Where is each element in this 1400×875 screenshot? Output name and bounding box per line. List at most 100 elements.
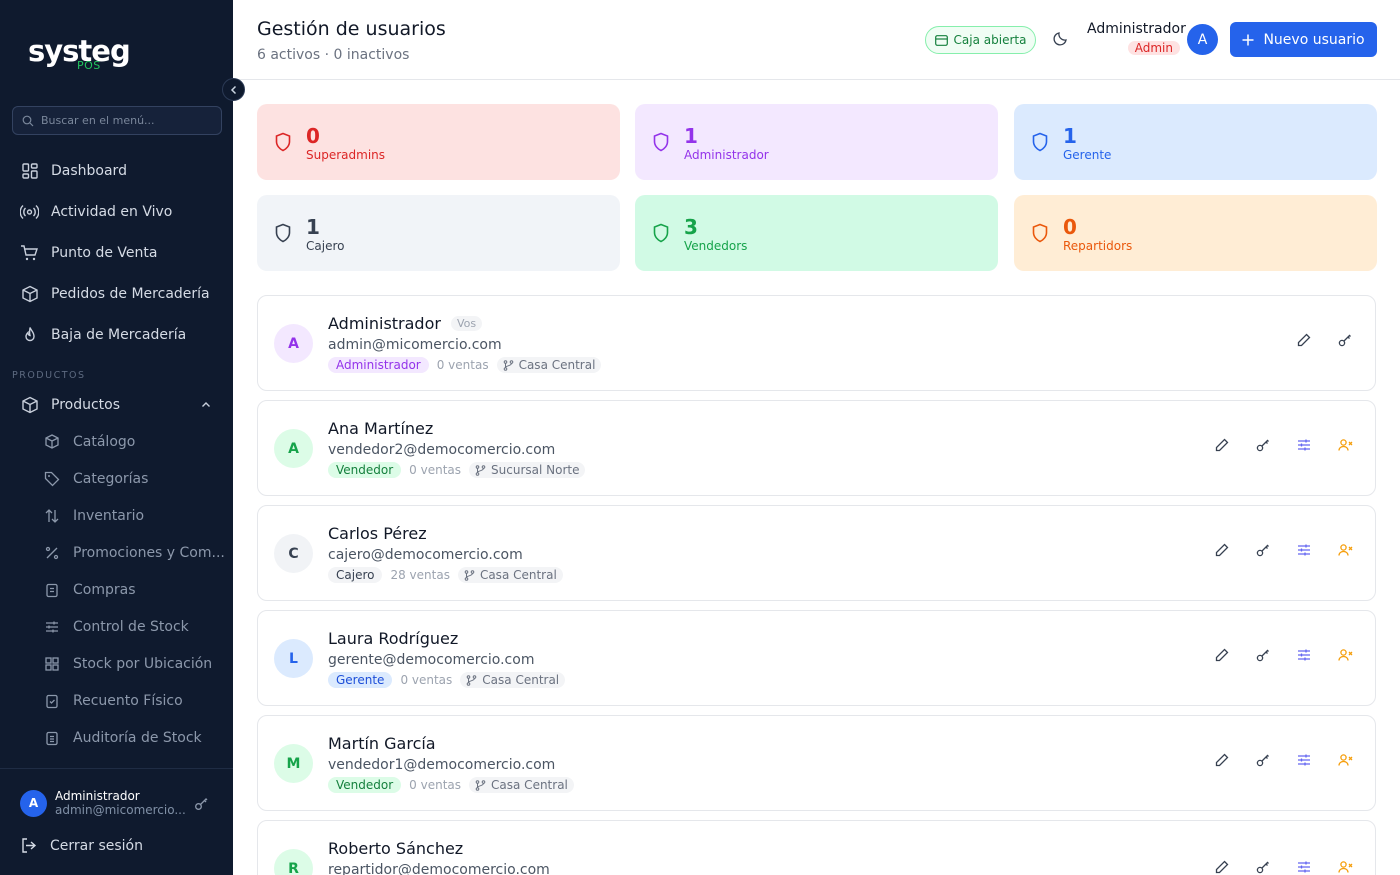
search-icon bbox=[22, 115, 34, 126]
nav-label: Pedidos de Mercadería bbox=[51, 286, 210, 302]
catalog-icon bbox=[42, 433, 61, 452]
new-user-button[interactable]: Nuevo usuario bbox=[1230, 22, 1377, 57]
branch-label: Casa Central bbox=[491, 778, 568, 792]
user-email: repartidor@democomercio.com bbox=[328, 862, 550, 875]
deactivate-user-icon[interactable] bbox=[1337, 437, 1353, 453]
avatar: R bbox=[274, 849, 313, 875]
logo-subtext: POS bbox=[77, 59, 101, 72]
user-name: Martín García bbox=[328, 734, 436, 753]
avatar: C bbox=[274, 534, 313, 573]
nav-label: Categorías bbox=[73, 471, 149, 487]
key-icon[interactable] bbox=[1255, 542, 1271, 558]
nav-label: Recuento Físico bbox=[73, 693, 183, 709]
nav-stock-by-location[interactable]: Stock por Ubicación bbox=[0, 645, 233, 683]
sliders-icon bbox=[42, 618, 61, 637]
nav-purchases[interactable]: Compras bbox=[0, 571, 233, 609]
sidebar: systeg POS Buscar en el menú... Dashboar… bbox=[0, 0, 245, 875]
key-icon[interactable] bbox=[1255, 647, 1271, 663]
deactivate-user-icon[interactable] bbox=[1337, 647, 1353, 663]
moon-icon[interactable] bbox=[1053, 30, 1069, 50]
logout-icon bbox=[22, 838, 37, 853]
edit-icon[interactable] bbox=[1214, 647, 1230, 663]
shield-icon bbox=[1032, 132, 1048, 152]
sales-count: 0 ventas bbox=[409, 778, 462, 792]
clipboard-list-icon bbox=[42, 729, 61, 748]
nav-group-products[interactable]: Productos bbox=[0, 386, 233, 424]
user-name: Roberto Sánchez bbox=[328, 839, 464, 858]
grid-icon bbox=[42, 655, 61, 674]
user-meta: Vendedor 0 ventas Casa Central bbox=[328, 777, 574, 793]
avatar: A bbox=[20, 789, 47, 817]
permissions-sliders-icon[interactable] bbox=[1296, 437, 1312, 453]
branch-label: Casa Central bbox=[479, 568, 557, 582]
avatar: M bbox=[274, 744, 313, 783]
permissions-sliders-icon[interactable] bbox=[1296, 752, 1312, 768]
key-icon[interactable] bbox=[1337, 332, 1353, 348]
nav-stock-audit[interactable]: Auditoría de Stock bbox=[0, 719, 233, 757]
key-icon[interactable] bbox=[1255, 859, 1271, 875]
nav-merchandise-orders[interactable]: Pedidos de Mercadería bbox=[0, 275, 233, 313]
nav-label: Punto de Venta bbox=[51, 245, 158, 261]
key-icon[interactable] bbox=[1255, 437, 1271, 453]
nav-inventory[interactable]: Inventario bbox=[0, 497, 233, 535]
nav-catalog[interactable]: Catálogo bbox=[0, 423, 233, 461]
avatar: A bbox=[274, 324, 313, 363]
stat-label: Superadmins bbox=[306, 148, 386, 162]
branch-icon bbox=[475, 779, 486, 791]
deactivate-user-icon[interactable] bbox=[1337, 752, 1353, 768]
permissions-sliders-icon[interactable] bbox=[1296, 647, 1312, 663]
logout-label: Cerrar sesión bbox=[50, 837, 143, 854]
logout-button[interactable]: Cerrar sesión bbox=[20, 837, 143, 854]
nav-live-activity[interactable]: Actividad en Vivo bbox=[0, 193, 233, 231]
nav-label: Compras bbox=[73, 582, 136, 598]
user-name: Ana Martínez bbox=[328, 419, 434, 438]
stat-card: 1 Cajero bbox=[257, 195, 620, 271]
permissions-sliders-icon[interactable] bbox=[1296, 542, 1312, 558]
edit-icon[interactable] bbox=[1214, 437, 1230, 453]
menu-search-input[interactable]: Buscar en el menú... bbox=[12, 106, 222, 135]
edit-icon[interactable] bbox=[1296, 332, 1312, 348]
user-card: R Roberto Sánchez repartidor@democomerci… bbox=[257, 820, 1376, 875]
collapse-sidebar-button[interactable] bbox=[222, 78, 245, 101]
nav-physical-count[interactable]: Recuento Físico bbox=[0, 682, 233, 720]
search-placeholder: Buscar en el menú... bbox=[41, 114, 155, 127]
app-logo[interactable]: systeg POS bbox=[28, 34, 131, 72]
clipboard-check-icon bbox=[42, 692, 61, 711]
sidebar-user[interactable]: A Administrador admin@micomercio... bbox=[20, 789, 186, 817]
role-badge: Cajero bbox=[328, 567, 383, 583]
user-name: Laura Rodríguez bbox=[328, 629, 459, 648]
user-meta: Administrador 0 ventas Casa Central bbox=[328, 357, 602, 373]
user-actions bbox=[1214, 859, 1353, 875]
stat-value: 0 bbox=[1063, 215, 1077, 239]
cash-register-status-button[interactable]: Caja abierta bbox=[925, 26, 1036, 54]
edit-icon[interactable] bbox=[1214, 542, 1230, 558]
key-icon[interactable] bbox=[1255, 752, 1271, 768]
user-email: admin@micomercio.com bbox=[328, 337, 502, 353]
branch-badge: Casa Central bbox=[496, 357, 602, 373]
edit-icon[interactable] bbox=[1214, 752, 1230, 768]
stat-card: 1 Gerente bbox=[1014, 104, 1377, 180]
nav-section-products: PRODUCTOS bbox=[12, 370, 86, 381]
branch-icon bbox=[466, 674, 477, 686]
nav-point-of-sale[interactable]: Punto de Venta bbox=[0, 234, 233, 272]
nav-stock-control[interactable]: Control de Stock bbox=[0, 608, 233, 646]
avatar[interactable]: A bbox=[1187, 24, 1218, 55]
role-badge: Administrador bbox=[328, 357, 429, 373]
permissions-sliders-icon[interactable] bbox=[1296, 859, 1312, 875]
nav-promotions[interactable]: Promociones y Com... bbox=[0, 534, 233, 572]
edit-icon[interactable] bbox=[1214, 859, 1230, 875]
tag-icon bbox=[42, 470, 61, 489]
stat-card: 0 Repartidors bbox=[1014, 195, 1377, 271]
key-icon[interactable] bbox=[194, 796, 209, 815]
nav-dashboard[interactable]: Dashboard bbox=[0, 152, 233, 190]
deactivate-user-icon[interactable] bbox=[1337, 859, 1353, 875]
user-meta: Gerente 0 ventas Casa Central bbox=[328, 672, 566, 688]
user-actions bbox=[1214, 752, 1353, 768]
box-icon bbox=[20, 396, 39, 415]
nav-categories[interactable]: Categorías bbox=[0, 460, 233, 498]
user-card: M Martín García vendedor1@democomercio.c… bbox=[257, 715, 1376, 811]
flame-icon bbox=[20, 326, 39, 345]
nav-merchandise-removal[interactable]: Baja de Mercadería bbox=[0, 316, 233, 354]
sidebar-user-name: Administrador bbox=[55, 789, 140, 803]
deactivate-user-icon[interactable] bbox=[1337, 542, 1353, 558]
